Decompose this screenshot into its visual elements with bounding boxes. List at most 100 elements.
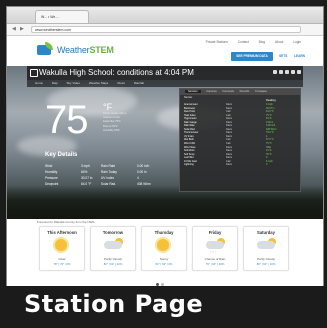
- forecast-temps: 78° | 76° | 0%: [53, 262, 71, 266]
- top-links: Private Stations Contact Blog About Logi…: [197, 40, 301, 44]
- share-icon[interactable]: [297, 70, 301, 74]
- menu-item-sky-video[interactable]: Sky Video: [67, 80, 80, 87]
- key-detail-row: Dewpoint 64.0 °F Solar Rad. 408 W/m²: [45, 182, 165, 186]
- forecast-card[interactable]: This Afternoon Clear 78° | 76° | 0%: [39, 226, 85, 271]
- menu-item-weather-maps[interactable]: Weather Maps: [89, 80, 108, 87]
- detail-label: Pressure: [45, 176, 58, 180]
- forecast-condition: Partly Cloudy: [257, 257, 275, 261]
- top-link-blog[interactable]: Blog: [259, 40, 265, 44]
- key-detail-row: Humidity 64% Rain Today 0.00 in: [45, 170, 165, 174]
- forecast-temps: 79° | 64° | 40%: [205, 262, 225, 266]
- sensor-name: Lightning: [184, 163, 194, 167]
- forecast-day: This Afternoon: [47, 230, 77, 235]
- forecast-condition: Partly Cloudy: [104, 257, 122, 261]
- menu-item-rainfall[interactable]: Rainfall: [134, 80, 144, 87]
- key-details-title: Key Details: [45, 152, 78, 158]
- menu-item-about[interactable]: About: [117, 80, 125, 87]
- sensor-panel: Sensors Cameras Forecasts Records Timela…: [179, 88, 301, 192]
- sensor-reading-column: Reading 3 mph 30.07 in 64.0 °F 75 °F 64 % 0.0…: [266, 99, 298, 167]
- tab-timelapse[interactable]: Timelapse: [255, 90, 267, 93]
- summary-text: Partly cloudy with a chance of rain Feel…: [103, 112, 175, 133]
- cloud-icon: [257, 241, 275, 249]
- address-bar[interactable]: www.weatherstem.com: [31, 26, 301, 33]
- forecast-condition: Chance of Rain: [204, 257, 226, 261]
- site-header: WeatherSTEM Private Stations Contact Blo…: [7, 36, 323, 68]
- station-title-bar: Wakulla High School: conditions at 4:04 …: [27, 66, 303, 80]
- cloud-icon: [104, 241, 122, 249]
- detail-label: Wind: [45, 164, 53, 168]
- detail-value: 0.00 in: [137, 170, 147, 174]
- share-icon[interactable]: [279, 70, 283, 74]
- forecast-condition: Clear: [58, 257, 66, 261]
- detail-value: 408 W/m²: [137, 182, 151, 186]
- top-link-about[interactable]: About: [275, 40, 283, 44]
- station-title: Wakulla High School: conditions at 4:04 …: [39, 68, 194, 77]
- browser-tab-strip: W... • Wx ...: [7, 7, 323, 24]
- share-icon[interactable]: [291, 70, 295, 74]
- browser-toolbar: ◀ ▶ www.weatherstem.com: [7, 24, 323, 36]
- top-link-contact[interactable]: Contact: [238, 40, 249, 44]
- detail-label: Humidity: [45, 170, 58, 174]
- browser-tab[interactable]: W... • Wx ...: [35, 10, 89, 23]
- detail-value: 64.0 °F: [81, 182, 92, 186]
- logo-text-stem: STEM: [89, 45, 114, 55]
- learn-link[interactable]: LEARN: [294, 54, 305, 58]
- forecast-card[interactable]: Saturday Partly Cloudy 80° | 61° | 10%: [243, 226, 289, 271]
- forecast-label: Forecast for Wakulla County from the NWS: [37, 220, 95, 224]
- sensor-reading: 0: [266, 163, 268, 167]
- key-detail-row: Pressure 30.07 in UV Index 4: [45, 176, 165, 180]
- station-hero: Wakulla High School: conditions at 4:04 …: [7, 66, 323, 219]
- sensor-name-column: Anemometer Barometer Dew Point Heat Index Hy…: [184, 103, 222, 167]
- tab-records[interactable]: Records: [240, 90, 250, 93]
- top-link-login[interactable]: Login: [293, 40, 301, 44]
- panel-subtitle: Sensor: [184, 96, 193, 99]
- logo-text-weather: Weather: [57, 45, 90, 55]
- sets-link[interactable]: SETS: [279, 54, 287, 58]
- sun-icon: [55, 239, 67, 251]
- panel-tabs: Sensors Cameras Forecasts Records Timela…: [180, 89, 300, 95]
- rain-icon: [206, 241, 224, 249]
- tab-cameras[interactable]: Cameras: [206, 90, 217, 93]
- sensor-source: Davis: [226, 163, 232, 167]
- site-logo[interactable]: WeatherSTEM: [57, 45, 114, 55]
- tab-sensors[interactable]: Sensors: [185, 90, 201, 93]
- forecast-card[interactable]: Thursday Sunny 84° | 63° | 0%: [141, 226, 187, 271]
- detail-label: Rain Today: [101, 170, 117, 174]
- detail-value: 4: [137, 176, 139, 180]
- detail-label: Dewpoint: [45, 182, 59, 186]
- forecast-day: Thursday: [154, 230, 174, 235]
- top-link-private-stations[interactable]: Private Stations: [206, 40, 228, 44]
- forecast-card[interactable]: Tomorrow Partly Cloudy 82° | 62° | 10%: [90, 226, 136, 271]
- detail-value: 30.07 in: [81, 176, 93, 180]
- temperature-unit: °F: [103, 102, 113, 112]
- station-menu: Home Map Sky Video Weather Maps About Ra…: [27, 80, 303, 87]
- share-icon[interactable]: [273, 70, 277, 74]
- premium-data-button[interactable]: SEE PREMIUM DATA: [231, 52, 273, 61]
- current-temperature: 75: [45, 98, 88, 142]
- forecast-condition: Sunny: [159, 257, 169, 261]
- screenshot-frame: W... • Wx ... ◀ ▶ www.weatherstem.com We…: [6, 6, 324, 294]
- key-detail-row: Wind 3 mph Rain Rate 0.00 in/h: [45, 164, 165, 168]
- forecast-day: Tomorrow: [102, 230, 124, 235]
- summary-line: Humidity 64%: [103, 128, 120, 132]
- forecast-day: Friday: [208, 230, 222, 235]
- menu-item-map[interactable]: Map: [52, 80, 58, 87]
- station-icon: [30, 69, 38, 77]
- forecast-card[interactable]: Friday '''' Chance of Rain 79° | 64° | 4…: [192, 226, 238, 271]
- sensor-source-column: Davis Davis Calc Calc Davis Davis Davis Davis Da…: [226, 103, 262, 167]
- share-icon[interactable]: [285, 70, 289, 74]
- tab-forecasts[interactable]: Forecasts: [223, 90, 234, 93]
- sun-icon: [157, 239, 169, 251]
- forecast-temps: 84° | 63° | 0%: [155, 262, 173, 266]
- raindrops-icon: '''': [210, 250, 218, 255]
- detail-label: UV Index: [101, 176, 115, 180]
- detail-label: Solar Rad.: [101, 182, 117, 186]
- detail-value: 64%: [81, 170, 88, 174]
- menu-item-home[interactable]: Home: [35, 80, 43, 87]
- detail-value: 3 mph: [81, 164, 90, 168]
- back-icon[interactable]: ◀: [12, 26, 16, 32]
- forecast-temps: 80° | 61° | 10%: [256, 262, 276, 266]
- forward-icon[interactable]: ▶: [20, 26, 24, 32]
- page-caption: Station Page: [24, 290, 204, 318]
- forecast-day: Saturday: [257, 230, 275, 235]
